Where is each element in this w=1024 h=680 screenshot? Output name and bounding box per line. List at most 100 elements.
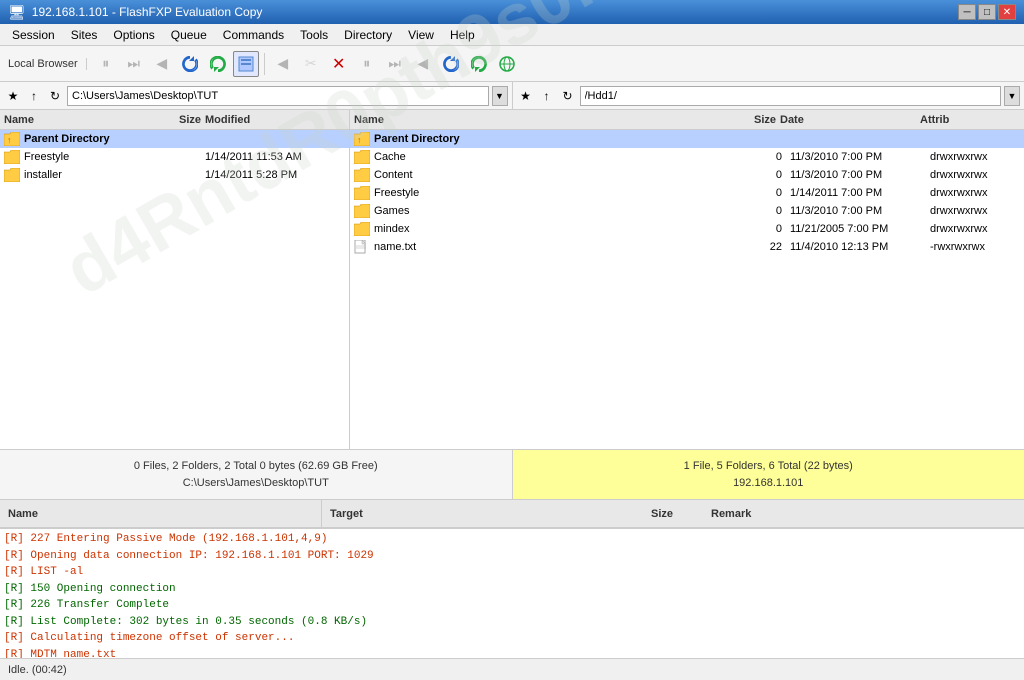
titlebar-title: 192.168.1.101 - FlashFXP Evaluation Copy	[32, 5, 263, 19]
local-status-text: 0 Files, 2 Folders, 2 Total 0 bytes (62.…	[134, 458, 378, 475]
remote-parent-dir-row[interactable]: ↑ Parent Directory	[350, 130, 1024, 148]
remote-back-btn[interactable]: ◀	[270, 51, 296, 77]
remote-path-dropdown[interactable]: ▼	[1004, 86, 1020, 106]
bottom-status-text: Idle. (00:42)	[8, 664, 67, 676]
file-date-cell: 1/14/2011 7:00 PM	[790, 187, 930, 199]
log-line: [R] List Complete: 302 bytes in 0.35 sec…	[4, 614, 1020, 631]
remote-refresh-btn[interactable]	[438, 51, 464, 77]
list-item[interactable]: mindex 0 11/21/2005 7:00 PM drwxrwxrwx	[350, 220, 1024, 238]
menu-queue[interactable]: Queue	[163, 26, 215, 44]
file-attrib-cell: drwxrwxrwx	[930, 169, 1020, 181]
menu-view[interactable]: View	[400, 26, 442, 44]
remote-status-line2: 192.168.1.101	[733, 475, 803, 492]
file-size-cell: 0	[730, 151, 790, 163]
parent-dir-icon: ↑	[354, 132, 370, 146]
local-file-list: ↑ Parent Directory Freestyle 1/14/2011 1…	[0, 130, 349, 449]
local-bookmark-btn[interactable]: ★	[4, 87, 22, 105]
local-refresh-btn[interactable]	[177, 51, 203, 77]
local-col-modified: Modified	[205, 114, 345, 126]
local-path-dropdown[interactable]: ▼	[492, 86, 508, 106]
remote-site-btn[interactable]	[494, 51, 520, 77]
remote-cut-btn[interactable]: ✂	[298, 51, 324, 77]
remote-up-btn[interactable]: ↑	[538, 87, 556, 105]
file-name-cell: Freestyle	[24, 151, 145, 163]
menu-commands[interactable]: Commands	[215, 26, 292, 44]
list-item[interactable]: Cache 0 11/3/2010 7:00 PM drwxrwxrwx	[350, 148, 1024, 166]
remote-status-line1: 1 File, 5 Folders, 6 Total (22 bytes)	[684, 458, 853, 475]
local-up-btn[interactable]: ↑	[25, 87, 43, 105]
titlebar-icon: 🖥	[8, 4, 26, 21]
local-skip-btn[interactable]: ⏭	[121, 51, 147, 77]
remote-pause-btn[interactable]: ⏸	[354, 51, 380, 77]
local-toolbar-section: Local Browser ⏸ ⏭ ◀	[4, 51, 259, 77]
remote-refresh-addr-btn[interactable]: ↻	[559, 87, 577, 105]
titlebar-controls: ─ □ ✕	[958, 4, 1016, 20]
menu-session[interactable]: Session	[4, 26, 63, 44]
menu-help[interactable]: Help	[442, 26, 483, 44]
toolbar: Local Browser ⏸ ⏭ ◀ ◀ ✂ ✕ ⏸ ⏭ ◀	[0, 46, 1024, 82]
queue-remark-col: Remark	[703, 500, 1024, 527]
file-attrib-cell: -rwxrwxrwx	[930, 241, 1020, 253]
local-parent-dir-name: Parent Directory	[24, 133, 145, 145]
status-area: 0 Files, 2 Folders, 2 Total 0 bytes (62.…	[0, 450, 1024, 500]
menu-options[interactable]: Options	[105, 26, 162, 44]
minimize-button[interactable]: ─	[958, 4, 976, 20]
list-item[interactable]: Content 0 11/3/2010 7:00 PM drwxrwxrwx	[350, 166, 1024, 184]
local-refresh2-btn[interactable]	[205, 51, 231, 77]
menu-directory[interactable]: Directory	[336, 26, 400, 44]
file-name-cell: name.txt	[374, 241, 730, 253]
file-name-cell: Cache	[374, 151, 730, 163]
menubar: Session Sites Options Queue Commands Too…	[0, 24, 1024, 46]
local-column-header: Name Size Modified	[0, 110, 349, 130]
parent-dir-icon: ↑	[4, 132, 20, 146]
log-line: [R] LIST -al	[4, 564, 1020, 581]
local-refresh-addr-btn[interactable]: ↻	[46, 87, 64, 105]
queue-size-col: Size	[643, 500, 703, 527]
list-item[interactable]: Freestyle 1/14/2011 11:53 AM	[0, 148, 349, 166]
local-back-btn[interactable]: ◀	[149, 51, 175, 77]
remote-prev-btn[interactable]: ◀	[410, 51, 436, 77]
file-date-cell: 1/14/2011 5:28 PM	[205, 169, 345, 181]
local-col-size: Size	[145, 114, 205, 126]
local-parent-dir-row[interactable]: ↑ Parent Directory	[0, 130, 349, 148]
remote-column-header: Name Size Date Attrib	[350, 110, 1024, 130]
file-name-cell: Content	[374, 169, 730, 181]
list-item[interactable]: Freestyle 0 1/14/2011 7:00 PM drwxrwxrwx	[350, 184, 1024, 202]
titlebar-left: 🖥 192.168.1.101 - FlashFXP Evaluation Co…	[8, 4, 262, 21]
remote-skip-btn[interactable]: ⏭	[382, 51, 408, 77]
list-item[interactable]: installer 1/14/2011 5:28 PM	[0, 166, 349, 184]
local-pause-btn[interactable]: ⏸	[93, 51, 119, 77]
remote-file-pane: Name Size Date Attrib ↑ Parent Directory	[350, 110, 1024, 449]
remote-toolbar-section: ◀ ✂ ✕ ⏸ ⏭ ◀	[270, 51, 520, 77]
titlebar: 🖥 192.168.1.101 - FlashFXP Evaluation Co…	[0, 0, 1024, 24]
local-file-pane: Name Size Modified ↑ Parent Directory Fr…	[0, 110, 350, 449]
file-area: Name Size Modified ↑ Parent Directory Fr…	[0, 110, 1024, 450]
maximize-button[interactable]: □	[978, 4, 996, 20]
log-line: [R] Opening data connection IP: 192.168.…	[4, 548, 1020, 565]
menu-sites[interactable]: Sites	[63, 26, 106, 44]
list-item[interactable]: Games 0 11/3/2010 7:00 PM drwxrwxrwx	[350, 202, 1024, 220]
list-item[interactable]: name.txt 22 11/4/2010 12:13 PM -rwxrwxrw…	[350, 238, 1024, 256]
svg-text:↑: ↑	[357, 135, 362, 145]
menu-tools[interactable]: Tools	[292, 26, 336, 44]
remote-path-input[interactable]	[580, 86, 1002, 106]
close-button[interactable]: ✕	[998, 4, 1016, 20]
local-view-btn[interactable]	[233, 51, 259, 77]
folder-icon	[354, 222, 370, 236]
file-attrib-cell: drwxrwxrwx	[930, 205, 1020, 217]
local-addr-section: ★ ↑ ↻ ▼	[0, 82, 513, 109]
file-date-cell: 11/3/2010 7:00 PM	[790, 151, 930, 163]
svg-text:↑: ↑	[7, 135, 12, 145]
remote-status-pane: 1 File, 5 Folders, 6 Total (22 bytes) 19…	[513, 450, 1024, 499]
file-date-cell: 11/21/2005 7:00 PM	[790, 223, 930, 235]
remote-bookmark-btn[interactable]: ★	[517, 87, 535, 105]
remote-refresh2-btn[interactable]	[466, 51, 492, 77]
local-path-input[interactable]	[67, 86, 489, 106]
remote-stop-btn[interactable]: ✕	[326, 51, 352, 77]
log-line: [R] MDTM name.txt	[4, 647, 1020, 659]
local-path-display: C:\Users\James\Desktop\TUT	[183, 475, 329, 492]
remote-parent-dir-name: Parent Directory	[374, 133, 730, 145]
file-icon	[354, 240, 370, 254]
log-line: [R] 150 Opening connection	[4, 581, 1020, 598]
file-size-cell: 0	[730, 223, 790, 235]
